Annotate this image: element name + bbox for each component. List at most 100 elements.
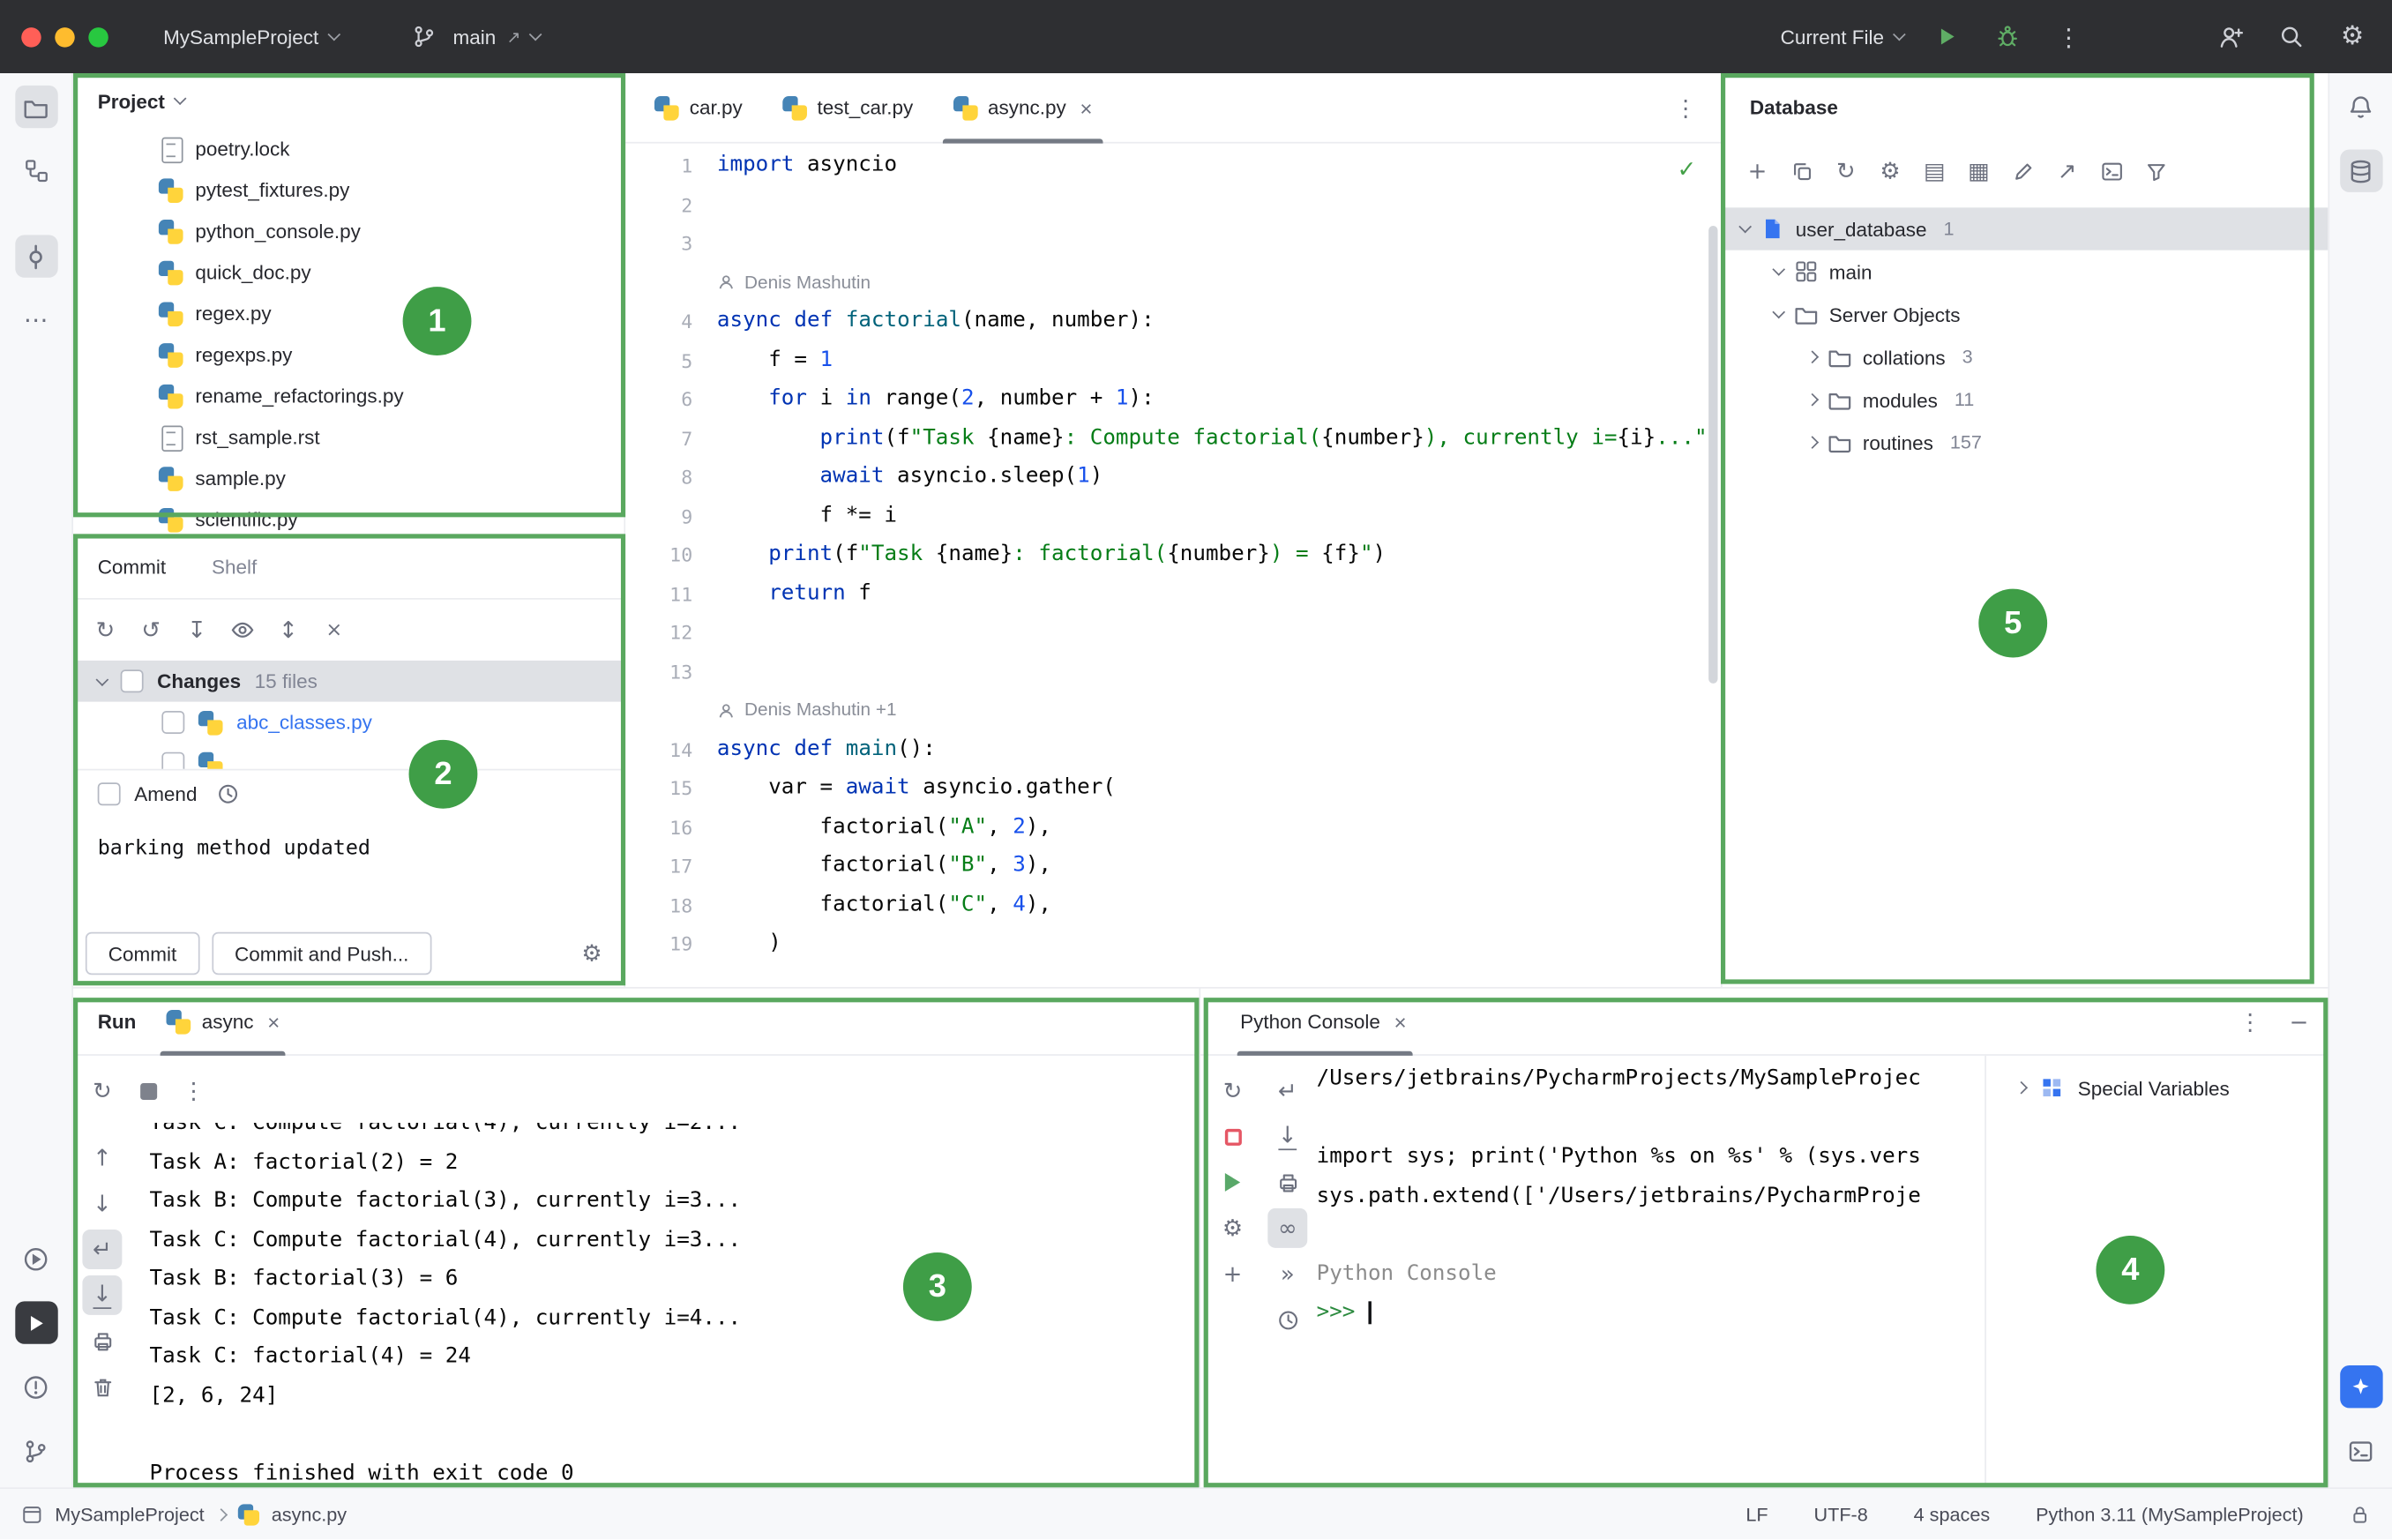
database-tool-button[interactable] bbox=[2339, 150, 2381, 192]
chevron-right-icon[interactable] bbox=[1805, 350, 1819, 363]
version-control-tool-button[interactable] bbox=[14, 1430, 56, 1472]
chevron-right-icon[interactable] bbox=[2015, 1081, 2028, 1095]
breadcrumb-project[interactable]: MySampleProject bbox=[55, 1504, 204, 1525]
chevron-down-icon[interactable] bbox=[1738, 221, 1752, 234]
stop-icon[interactable] bbox=[128, 1071, 168, 1110]
editor-scrollbar[interactable] bbox=[1708, 226, 1717, 684]
breadcrumb-file[interactable]: async.py bbox=[272, 1504, 347, 1525]
commit-message-input[interactable]: barking method updated bbox=[73, 818, 624, 878]
console-prompt-line[interactable]: >>> bbox=[1317, 1294, 1980, 1333]
console-settings-gear-icon[interactable]: ⚙ bbox=[1213, 1208, 1252, 1248]
encoding-widget[interactable]: UTF-8 bbox=[1813, 1504, 1867, 1525]
debug-button[interactable] bbox=[1989, 19, 2026, 56]
table-icon[interactable]: ▦ bbox=[1959, 151, 1999, 191]
changed-file-row[interactable]: abc_classes.py bbox=[73, 702, 624, 744]
project-tree-item[interactable]: rename_refactorings.py bbox=[73, 375, 624, 416]
filter-icon[interactable] bbox=[2135, 151, 2175, 191]
clear-all-trash-icon[interactable] bbox=[82, 1367, 122, 1407]
edit-pencil-icon[interactable] bbox=[2003, 151, 2043, 191]
scroll-to-end-icon[interactable]: ↓ bbox=[82, 1275, 122, 1315]
close-tab-icon[interactable]: × bbox=[1080, 95, 1092, 120]
editor-options-icon[interactable]: ⋮ bbox=[1666, 87, 1706, 127]
editor-code[interactable]: 1import asyncio23Denis Mashutin4async de… bbox=[625, 145, 1721, 987]
file-checkbox[interactable] bbox=[161, 711, 184, 734]
database-tree-item[interactable]: collations3 bbox=[1723, 336, 2328, 378]
database-tree-item[interactable]: main bbox=[1723, 250, 2328, 293]
run-tool-button[interactable] bbox=[14, 1301, 56, 1343]
shelve-icon[interactable]: ↧ bbox=[177, 610, 217, 650]
close-tab-icon[interactable]: × bbox=[1394, 1009, 1406, 1034]
project-switcher[interactable]: MySampleProject bbox=[163, 26, 339, 49]
interpreter-widget[interactable]: Python 3.11 (MySampleProject) bbox=[2036, 1504, 2304, 1525]
commit-and-push-button[interactable]: Commit and Push... bbox=[212, 932, 431, 975]
problems-tool-button[interactable] bbox=[14, 1365, 56, 1408]
database-tree-item[interactable]: routines157 bbox=[1723, 421, 2328, 463]
branch-switcher[interactable]: main ↗ bbox=[406, 19, 541, 56]
project-tool-button[interactable] bbox=[14, 86, 56, 128]
up-stack-trace-icon[interactable]: ↑ bbox=[82, 1138, 122, 1177]
tab-commit[interactable]: Commit bbox=[98, 556, 166, 579]
query-console-icon[interactable] bbox=[2091, 151, 2131, 191]
more-tool-windows-button[interactable]: ⋯ bbox=[14, 299, 56, 341]
python-console[interactable]: /Users/jetbrains/PycharmProjects/MySampl… bbox=[1317, 1060, 1980, 1487]
tab-async-py[interactable]: async.py × bbox=[933, 72, 1112, 143]
project-tree-item[interactable]: python_console.py bbox=[73, 211, 624, 252]
more-actions-button[interactable]: ⋮ bbox=[2051, 19, 2088, 56]
commit-settings-gear-icon[interactable]: ⚙ bbox=[572, 934, 612, 974]
chevron-down-icon[interactable] bbox=[96, 672, 109, 685]
chevron-down-icon[interactable] bbox=[1772, 263, 1785, 276]
search-everywhere-button[interactable] bbox=[2273, 19, 2310, 56]
terminal-tool-button[interactable] bbox=[2339, 1430, 2381, 1472]
rerun-console-icon[interactable]: ↻ bbox=[1213, 1071, 1252, 1110]
tab-test-car-py[interactable]: test_car.py bbox=[762, 72, 932, 143]
run-configuration-selector[interactable]: Current File bbox=[1781, 26, 1904, 49]
commit-button[interactable]: Commit bbox=[86, 932, 199, 975]
chevron-down-icon[interactable] bbox=[1772, 306, 1785, 319]
project-tree-item[interactable]: regex.py bbox=[73, 293, 624, 334]
close-tab-icon[interactable]: × bbox=[267, 1009, 280, 1034]
duplicate-icon[interactable] bbox=[1782, 151, 1821, 191]
inspections-ok-checkmark-icon[interactable]: ✓ bbox=[1678, 155, 1697, 183]
scroll-to-end-icon[interactable]: ↓ bbox=[1267, 1117, 1307, 1156]
project-tree-item[interactable]: poetry.lock bbox=[73, 128, 624, 169]
structure-tool-button[interactable] bbox=[14, 150, 56, 192]
stop-icon[interactable] bbox=[1213, 1117, 1252, 1156]
refresh-icon[interactable]: ↻ bbox=[1826, 151, 1865, 191]
services-tool-button[interactable] bbox=[14, 1237, 56, 1280]
chevron-right-icon[interactable] bbox=[1805, 436, 1819, 449]
author-inlay-label[interactable]: Denis Mashutin bbox=[744, 263, 871, 302]
browse-history-clock-icon[interactable] bbox=[1267, 1300, 1307, 1340]
rollback-icon[interactable]: ↺ bbox=[131, 610, 171, 650]
changes-group-row[interactable]: Changes 15 files bbox=[73, 661, 624, 702]
notifications-bell-icon[interactable] bbox=[2339, 86, 2381, 128]
run-button[interactable] bbox=[1928, 19, 1965, 56]
new-console-plus-icon[interactable]: + bbox=[1213, 1254, 1252, 1294]
project-tree-item[interactable]: rst_sample.rst bbox=[73, 416, 624, 458]
project-tree-item[interactable]: pytest_fixtures.py bbox=[73, 169, 624, 211]
amend-checkbox[interactable] bbox=[98, 782, 121, 805]
run-console[interactable]: Task C: Compute factorial(4), currently … bbox=[150, 1123, 1191, 1487]
changed-file-row[interactable] bbox=[73, 743, 624, 768]
more-options-icon[interactable]: ⋮ bbox=[2231, 1001, 2270, 1041]
refresh-icon[interactable]: ↻ bbox=[86, 610, 125, 650]
changes-checkbox[interactable] bbox=[121, 669, 144, 692]
execute-icon[interactable] bbox=[1213, 1162, 1252, 1202]
expand-collapse-icon[interactable]: ↕ bbox=[268, 610, 308, 650]
chevron-right-icon[interactable] bbox=[1805, 393, 1819, 407]
data-source-settings-gear-icon[interactable]: ⚙ bbox=[1870, 151, 1910, 191]
settings-button[interactable]: ⚙ bbox=[2334, 19, 2371, 56]
tab-shelf[interactable]: Shelf bbox=[212, 556, 257, 579]
code-with-me-button[interactable] bbox=[2212, 19, 2249, 56]
chevron-down-icon[interactable] bbox=[174, 92, 187, 105]
print-icon[interactable] bbox=[82, 1321, 122, 1361]
print-icon[interactable] bbox=[1267, 1162, 1307, 1202]
database-tree-item[interactable]: modules11 bbox=[1723, 378, 2328, 421]
export-icon[interactable]: ↗ bbox=[2047, 151, 2087, 191]
project-tree-item[interactable]: scientific.py bbox=[73, 499, 624, 535]
line-separator-widget[interactable]: LF bbox=[1745, 1504, 1768, 1525]
python-console-tab[interactable]: Python Console × bbox=[1225, 988, 1425, 1055]
database-tree-item[interactable]: user_database1 bbox=[1723, 207, 2328, 250]
commit-tool-button[interactable] bbox=[14, 235, 56, 277]
project-tree-item[interactable]: sample.py bbox=[73, 458, 624, 499]
run-tab-async[interactable]: async × bbox=[148, 988, 298, 1055]
